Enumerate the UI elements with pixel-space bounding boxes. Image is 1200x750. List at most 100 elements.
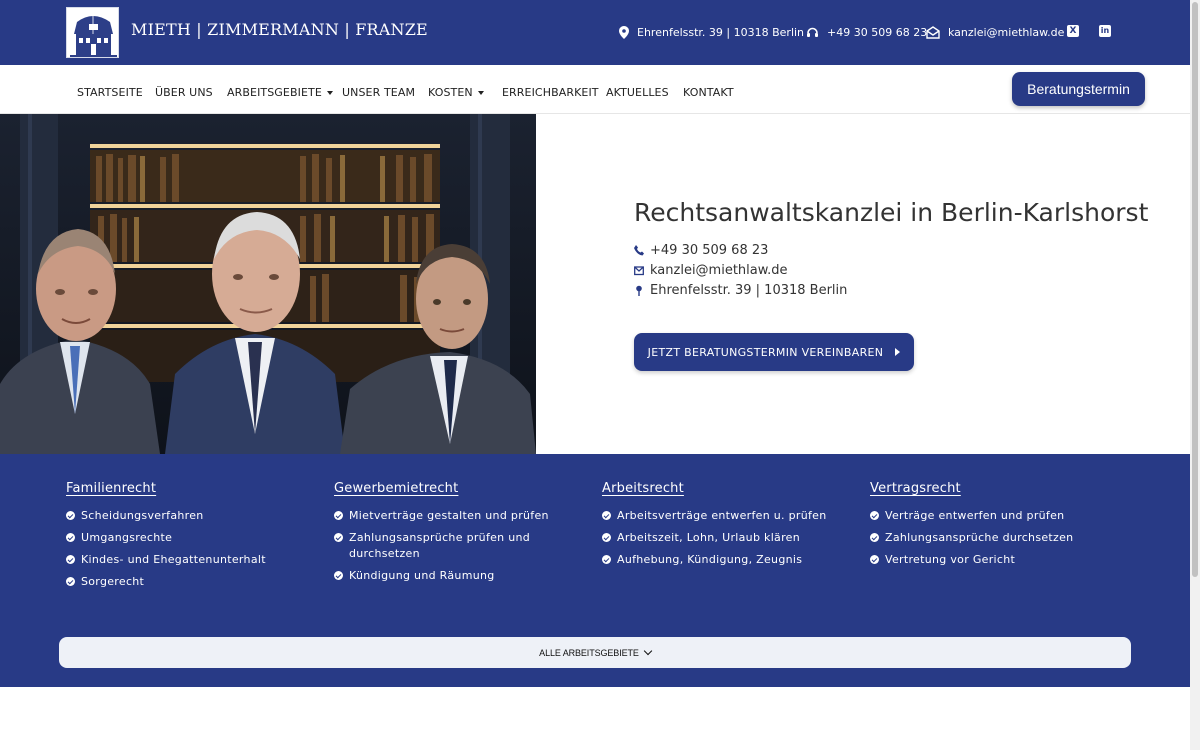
nav-item-unser-team[interactable]: UNSER TEAM xyxy=(342,86,415,99)
nav-item-kosten[interactable]: KOSTEN xyxy=(428,86,484,99)
hero-address[interactable]: Ehrenfelsstr. 39 | 10318 Berlin xyxy=(634,283,847,298)
area-item: Kündigung und Räumung xyxy=(334,568,549,584)
check-circle-icon xyxy=(602,533,611,542)
area-item-label: Kündigung und Räumung xyxy=(349,569,495,582)
team-photo xyxy=(0,114,536,454)
top-bar: MIETH | ZIMMERMANN | FRANZE Ehrenfelsstr… xyxy=(0,0,1190,65)
area-item: Arbeitszeit, Lohn, Urlaub klären xyxy=(602,530,862,546)
nav-label: ARBEITSGEBIETE xyxy=(227,86,322,99)
logo[interactable] xyxy=(66,7,119,58)
xing-icon[interactable]: X xyxy=(1067,25,1079,37)
nav-item-erreichbarkeit[interactable]: ERREICHBARKEIT xyxy=(502,86,599,99)
area-title[interactable]: Vertragsrecht xyxy=(870,481,1130,496)
area-title[interactable]: Familienrecht xyxy=(66,481,326,496)
area-item-label: Vertretung vor Gericht xyxy=(885,553,1016,566)
location-pin-icon xyxy=(619,25,629,39)
nav-label: AKTUELLES xyxy=(606,86,669,99)
area-item: Arbeitsverträge entwerfen u. prüfen xyxy=(602,508,862,524)
beratungstermin-button[interactable]: Beratungstermin xyxy=(1012,72,1145,106)
area-item: Scheidungsverfahren xyxy=(66,508,326,524)
arrow-right-icon xyxy=(895,348,901,356)
map-pin-icon xyxy=(636,285,642,296)
area-vertragsrecht: Vertragsrecht Verträge entwerfen und prü… xyxy=(870,481,1130,574)
nav-label: STARTSEITE xyxy=(77,86,143,99)
check-circle-icon xyxy=(334,533,343,542)
check-circle-icon xyxy=(66,555,75,564)
area-item-label: Umgangsrechte xyxy=(81,531,173,544)
caret-down-icon xyxy=(326,90,333,95)
envelope-open-icon xyxy=(926,25,940,39)
top-email-text: kanzlei@miethlaw.de xyxy=(948,25,1065,39)
area-item-label: Arbeitsverträge entwerfen u. prüfen xyxy=(617,509,827,522)
check-circle-icon xyxy=(870,533,879,542)
nav-item-startseite[interactable]: STARTSEITE xyxy=(77,86,143,99)
all-areas-label: ALLE ARBEITSGEBIETE xyxy=(539,647,639,658)
check-circle-icon xyxy=(66,533,75,542)
envelope-icon xyxy=(634,266,644,276)
area-item-label: Sorgerecht xyxy=(81,575,145,588)
top-address-text: Ehrenfelsstr. 39 | 10318 Berlin xyxy=(637,25,805,39)
check-circle-icon xyxy=(66,511,75,520)
check-circle-icon xyxy=(602,555,611,564)
nav-item-kontakt[interactable]: KONTAKT xyxy=(683,86,734,99)
house-logo-icon xyxy=(67,8,118,57)
check-circle-icon xyxy=(66,577,75,586)
hero-title: Rechtsanwaltskanzlei in Berlin-Karlshors… xyxy=(634,198,1149,227)
area-item-label: Aufhebung, Kündigung, Zeugnis xyxy=(617,553,803,566)
area-item: Mietverträge gestalten und prüfen xyxy=(334,508,549,524)
area-title[interactable]: Gewerbemietrecht xyxy=(334,481,549,496)
check-circle-icon xyxy=(334,571,343,580)
hero-address-text: Ehrenfelsstr. 39 | 10318 Berlin xyxy=(650,283,848,298)
headset-icon xyxy=(807,27,818,37)
check-circle-icon xyxy=(602,511,611,520)
top-email[interactable]: kanzlei@miethlaw.de xyxy=(926,23,1064,41)
area-arbeitsrecht: Arbeitsrecht Arbeitsverträge entwerfen u… xyxy=(602,481,862,574)
area-item-label: Zahlungsansprüche durchsetzen xyxy=(885,531,1074,544)
area-item-label: Arbeitszeit, Lohn, Urlaub klären xyxy=(617,531,801,544)
area-item: Verträge entwerfen und prüfen xyxy=(870,508,1130,524)
area-item: Kindes- und Ehegattenunterhalt xyxy=(66,552,326,568)
area-item: Vertretung vor Gericht xyxy=(870,552,1130,568)
area-familienrecht: Familienrecht Scheidungsverfahren Umgang… xyxy=(66,481,326,596)
linkedin-icon[interactable]: in xyxy=(1099,25,1111,37)
area-item: Umgangsrechte xyxy=(66,530,326,546)
nav-label: KOSTEN xyxy=(428,86,473,99)
area-gewerbemietrecht: Gewerbemietrecht Mietverträge gestalten … xyxy=(334,481,549,590)
hero-email-text: kanzlei@miethlaw.de xyxy=(650,263,788,278)
all-practice-areas-toggle[interactable]: ALLE ARBEITSGEBIETE xyxy=(59,637,1131,668)
top-phone[interactable]: +49 30 509 68 23 xyxy=(806,23,927,41)
top-phone-text: +49 30 509 68 23 xyxy=(827,25,928,39)
area-item-label: Verträge entwerfen und prüfen xyxy=(885,509,1065,522)
check-circle-icon xyxy=(870,555,879,564)
nav-item-ueber-uns[interactable]: ÜBER UNS xyxy=(155,86,213,99)
check-circle-icon xyxy=(334,511,343,520)
area-item: Aufhebung, Kündigung, Zeugnis xyxy=(602,552,862,568)
area-item: Zahlungsansprüche prüfen und durchsetzen xyxy=(334,530,549,562)
page-scrollbar[interactable] xyxy=(1190,0,1200,750)
nav-label: KONTAKT xyxy=(683,86,734,99)
hero-phone-text: +49 30 509 68 23 xyxy=(650,243,769,258)
hero-phone[interactable]: +49 30 509 68 23 xyxy=(634,243,768,258)
check-circle-icon xyxy=(870,511,879,520)
area-item-label: Kindes- und Ehegattenunterhalt xyxy=(81,553,266,566)
top-address[interactable]: Ehrenfelsstr. 39 | 10318 Berlin xyxy=(619,23,804,41)
nav-label: ÜBER UNS xyxy=(155,86,213,99)
book-consultation-button[interactable]: JETZT BERATUNGSTERMIN VEREINBAREN xyxy=(634,333,914,371)
area-item: Zahlungsansprüche durchsetzen xyxy=(870,530,1130,546)
phone-icon xyxy=(634,245,644,256)
nav-label: UNSER TEAM xyxy=(342,86,416,99)
area-item-label: Zahlungsansprüche prüfen und durchsetzen xyxy=(349,531,531,560)
nav-item-arbeitsgebiete[interactable]: ARBEITSGEBIETE xyxy=(227,86,333,99)
nav-item-aktuelles[interactable]: AKTUELLES xyxy=(606,86,669,99)
lawyers-photo-image xyxy=(0,114,536,454)
area-title[interactable]: Arbeitsrecht xyxy=(602,481,862,496)
hero-email[interactable]: kanzlei@miethlaw.de xyxy=(634,263,788,278)
brand-name[interactable]: MIETH | ZIMMERMANN | FRANZE xyxy=(131,20,428,39)
caret-down-icon xyxy=(477,90,484,95)
book-consultation-label: JETZT BERATUNGSTERMIN VEREINBAREN xyxy=(647,345,884,359)
area-item-label: Mietverträge gestalten und prüfen xyxy=(349,509,549,522)
scrollbar-thumb[interactable] xyxy=(1192,2,1198,577)
chevron-down-icon xyxy=(643,646,653,656)
nav-label: ERREICHBARKEIT xyxy=(502,86,599,99)
area-item: Sorgerecht xyxy=(66,574,326,590)
